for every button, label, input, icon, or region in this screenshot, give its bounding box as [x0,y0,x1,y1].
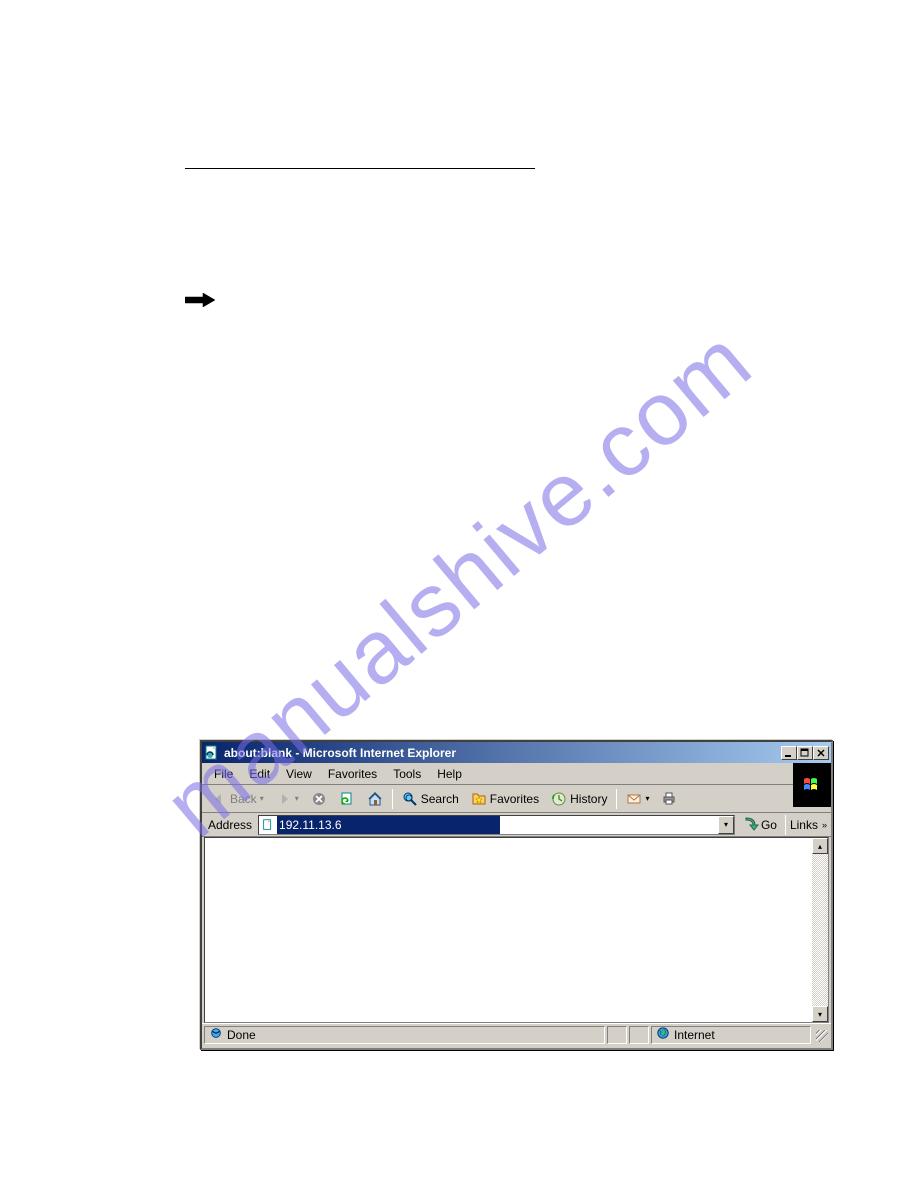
menu-file[interactable]: File [206,765,241,783]
zone-text: Internet [674,1028,715,1042]
menu-favorites[interactable]: Favorites [320,765,385,783]
scroll-down-button[interactable]: ▾ [812,1006,828,1022]
back-label: Back [230,792,257,806]
window-title: about:blank - Microsoft Internet Explore… [224,746,781,760]
go-button[interactable]: Go [739,817,781,833]
menubar: File Edit View Favorites Tools Help [202,763,831,785]
address-label: Address [206,818,254,832]
page-icon [259,816,277,834]
maximize-button[interactable] [797,746,813,760]
content-area: ▴ ▾ [204,837,829,1023]
stop-button[interactable] [306,789,332,809]
stop-icon [311,791,327,807]
status-pane-blank1 [607,1026,627,1044]
status-pane-blank2 [629,1026,649,1044]
print-icon [661,791,677,807]
back-arrow-icon [211,791,227,807]
history-button[interactable]: History [546,789,612,809]
mail-icon [626,791,642,807]
scroll-track[interactable] [812,854,828,1006]
status-done-text: Done [227,1028,256,1042]
titlebar[interactable]: about:blank - Microsoft Internet Explore… [202,742,831,763]
ie-small-icon [209,1026,223,1043]
favorites-icon [471,791,487,807]
globe-icon [656,1026,670,1043]
go-icon [743,817,759,833]
address-combo[interactable]: 192.11.13.6 ▾ [258,815,735,835]
page-content[interactable] [205,838,812,1022]
menu-tools[interactable]: Tools [385,765,429,783]
windows-flag-icon [793,763,831,807]
ie-page-icon [204,745,220,761]
history-label: History [570,792,607,806]
forward-arrow-icon [276,791,292,807]
menu-help[interactable]: Help [429,765,470,783]
close-button[interactable] [813,746,829,760]
chevron-down-icon: ▾ [645,794,649,803]
address-blank[interactable] [500,816,718,834]
refresh-icon [339,791,355,807]
note-arrow-icon [185,293,215,307]
minimize-button[interactable] [781,746,797,760]
status-text-pane: Done [204,1026,605,1044]
chevron-down-icon: ▾ [260,794,264,803]
address-input[interactable]: 192.11.13.6 [277,816,499,834]
refresh-button[interactable] [334,789,360,809]
history-icon [551,791,567,807]
address-dropdown-button[interactable]: ▾ [718,816,734,834]
search-icon [402,791,418,807]
links-label[interactable]: Links [790,818,818,832]
home-button[interactable] [362,789,388,809]
toolbar-separator [785,815,786,835]
security-zone-pane: Internet [651,1026,811,1044]
heading-underline [185,168,535,169]
chevron-down-icon: ▾ [295,794,299,803]
home-icon [367,791,383,807]
toolbar-separator [616,789,617,809]
statusbar: Done Internet [202,1023,831,1045]
toolbar-separator [392,789,393,809]
forward-button[interactable]: ▾ [271,789,304,809]
address-bar: Address 192.11.13.6 ▾ Go Links » [202,813,831,837]
search-button[interactable]: Search [397,789,464,809]
search-label: Search [421,792,459,806]
toolbar: Back ▾ ▾ Sea [202,785,831,813]
favorites-button[interactable]: Favorites [466,789,544,809]
chevron-right-icon[interactable]: » [822,820,827,830]
go-label: Go [761,818,777,832]
vertical-scrollbar[interactable]: ▴ ▾ [812,838,828,1022]
menu-edit[interactable]: Edit [241,765,278,783]
mail-button[interactable]: ▾ [621,789,654,809]
favorites-label: Favorites [490,792,539,806]
print-button[interactable] [656,789,682,809]
menu-view[interactable]: View [278,765,320,783]
ie-window: about:blank - Microsoft Internet Explore… [200,740,833,1050]
back-button[interactable]: Back ▾ [206,789,269,809]
scroll-up-button[interactable]: ▴ [812,838,828,854]
resize-grip[interactable] [813,1027,829,1043]
